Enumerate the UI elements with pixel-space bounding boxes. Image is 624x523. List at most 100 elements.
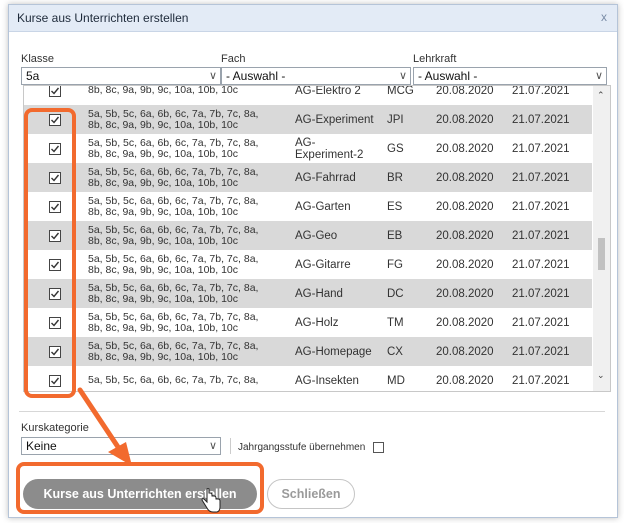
lehrkraft-select[interactable]: - Auswahl - ∨	[413, 67, 607, 85]
jahrgang-checkbox[interactable]	[373, 442, 384, 453]
row-checkbox[interactable]	[49, 86, 61, 97]
dialog-title: Kurse aus Unterrichten erstellen	[17, 11, 189, 25]
row-classes-line-2: 8b, 8c, 9a, 9b, 9c, 10a, 10b, 10c	[88, 321, 239, 334]
row-end-date: 21.07.2021	[512, 345, 570, 358]
row-start-date: 20.08.2020	[436, 229, 494, 242]
table-row[interactable]: 5a, 5b, 5c, 6a, 6b, 6c, 7a, 7b, 7c, 8a, 8…	[24, 337, 592, 366]
row-checkbox[interactable]	[49, 229, 61, 242]
row-classes-line-1: 5a, 5b, 5c, 6a, 6b, 6c, 7a, 7b, 7c, 8a,	[88, 194, 259, 207]
row-course: AG-Homepage	[295, 345, 372, 358]
checkmark-icon	[51, 174, 60, 182]
row-classes-text: 5a, 5b, 5c, 6a, 6b, 6c, 7a, 7b, 7c, 8a,	[88, 375, 258, 386]
separator	[230, 438, 231, 454]
lehrkraft-value: - Auswahl -	[418, 69, 478, 83]
table-row[interactable]: 5a, 5b, 5c, 6a, 6b, 6c, 7a, 7b, 7c, 8a, 8…	[24, 134, 592, 163]
row-checkbox[interactable]	[49, 287, 61, 300]
row-end-date: 21.07.2021	[512, 287, 570, 300]
row-classes: 5a, 5b, 5c, 6a, 6b, 6c, 7a, 7b, 7c, 8a, 8…	[88, 134, 288, 163]
row-start-date: 20.08.2020	[436, 142, 494, 155]
row-classes-text: 5a, 5b, 5c, 6a, 6b, 6c, 7a, 7b, 7c, 8a, 8…	[88, 281, 259, 305]
row-teacher: BR	[387, 171, 403, 184]
table-row[interactable]: 5a, 5b, 5c, 6a, 6b, 6c, 7a, 7b, 7c, 8a, A…	[24, 366, 592, 391]
row-checkbox[interactable]	[49, 374, 61, 387]
close-button[interactable]: Schließen	[267, 479, 355, 509]
lehrkraft-label: Lehrkraft	[413, 53, 457, 65]
row-course: AG-Hand	[295, 287, 343, 300]
table-row[interactable]: 5a, 5b, 5c, 6a, 6b, 6c, 7a, 7b, 7c, 8a, 8…	[24, 163, 592, 192]
table-row[interactable]: 5a, 5b, 5c, 6a, 6b, 6c, 7a, 7b, 7c, 8a, 8…	[24, 221, 592, 250]
row-classes-text: 5a, 5b, 5c, 6a, 6b, 6c, 7a, 7b, 7c, 8a, 8…	[88, 194, 259, 218]
row-classes: 5a, 5b, 5c, 6a, 6b, 6c, 7a, 7b, 7c, 8a, 8…	[88, 337, 288, 366]
row-checkbox[interactable]	[49, 142, 61, 155]
row-checkbox-cell	[38, 250, 72, 279]
table-row[interactable]: 5a, 5b, 5c, 6a, 6b, 6c, 7a, 7b, 7c, 8a, 8…	[24, 105, 592, 134]
row-start-date: 20.08.2020	[436, 200, 494, 213]
row-teacher: CX	[387, 345, 403, 358]
row-checkbox-cell	[38, 105, 72, 134]
row-classes-text: 5a, 5b, 5c, 6a, 6b, 6c, 7a, 7b, 7c, 8a, 8…	[88, 340, 258, 363]
chevron-down-icon: ∨	[594, 70, 603, 82]
row-checkbox[interactable]	[49, 113, 61, 126]
kurskategorie-label: Kurskategorie	[21, 422, 89, 434]
scroll-up-icon[interactable]: ⌃	[597, 90, 605, 101]
dialog-titlebar: Kurse aus Unterrichten erstellen x	[9, 5, 617, 32]
row-checkbox[interactable]	[49, 345, 61, 358]
row-start-date: 20.08.2020	[436, 258, 494, 271]
row-classes-text: 8b, 8c, 9a, 9b, 9c, 10a, 10b, 10c	[88, 86, 238, 96]
table-row[interactable]: 5a, 5b, 5c, 6a, 6b, 6c, 7a, 7b, 7c, 8a, 8…	[24, 250, 592, 279]
row-teacher: DC	[387, 287, 404, 300]
row-classes-text: 5a, 5b, 5c, 6a, 6b, 6c, 7a, 7b, 7c, 8a, 8…	[88, 252, 259, 276]
klasse-select[interactable]: 5a ∨	[21, 67, 221, 85]
row-teacher: ES	[387, 200, 403, 213]
checkmark-icon	[51, 232, 60, 240]
row-checkbox[interactable]	[49, 316, 61, 329]
chevron-down-icon: ∨	[398, 70, 407, 82]
row-start-date: 20.08.2020	[436, 316, 494, 329]
row-classes-text: 5a, 5b, 5c, 6a, 6b, 6c, 7a, 7b, 7c, 8a, 8…	[88, 310, 259, 334]
row-classes-line-1: 5a, 5b, 5c, 6a, 6b, 6c, 7a, 7b, 7c, 8a,	[88, 165, 259, 178]
row-classes-line-1: 5a, 5b, 5c, 6a, 6b, 6c, 7a, 7b, 7c, 8a,	[88, 310, 259, 323]
kurskategorie-select[interactable]: Keine ∨	[21, 437, 221, 455]
row-classes-line-2: 8b, 8c, 9a, 9b, 9c, 10a, 10b, 10c	[88, 118, 239, 131]
row-end-date: 21.07.2021	[512, 258, 570, 271]
close-icon[interactable]: x	[601, 10, 607, 24]
row-classes: 5a, 5b, 5c, 6a, 6b, 6c, 7a, 7b, 7c, 8a, 8…	[88, 105, 288, 134]
fach-value: - Auswahl -	[226, 69, 286, 83]
klasse-value: 5a	[26, 69, 40, 83]
row-checkbox-cell	[38, 163, 72, 192]
row-checkbox-cell	[38, 279, 72, 308]
row-classes-line-1: 5a, 5b, 5c, 6a, 6b, 6c, 7a, 7b, 7c, 8a,	[88, 136, 259, 149]
row-classes-line-1: 5a, 5b, 5c, 6a, 6b, 6c, 7a, 7b, 7c, 8a,	[88, 107, 259, 120]
row-end-date: 21.07.2021	[512, 85, 570, 97]
row-checkbox[interactable]	[49, 258, 61, 271]
row-classes-line-2: 8b, 8c, 9a, 9b, 9c, 10a, 10b, 10c	[88, 205, 239, 218]
row-checkbox-cell	[38, 86, 72, 105]
table-scrollbar[interactable]: ⌃ ⌄	[593, 86, 610, 391]
row-course: AG-Experiment	[295, 113, 374, 126]
row-start-date: 20.08.2020	[436, 287, 494, 300]
table-row[interactable]: 5a, 5b, 5c, 6a, 6b, 6c, 7a, 7b, 7c, 8a, 8…	[24, 279, 592, 308]
row-classes-line-1: 5a, 5b, 5c, 6a, 6b, 6c, 7a, 7b, 7c, 8a,	[88, 252, 259, 265]
row-course: AG-Gitarre	[295, 258, 351, 271]
row-classes-line-2: 8b, 8c, 9a, 9b, 9c, 10a, 10b, 10c	[88, 147, 239, 160]
row-classes-line-2: 8b, 8c, 9a, 9b, 9c, 10a, 10b, 10c	[88, 263, 239, 276]
fach-label: Fach	[221, 53, 246, 65]
row-start-date: 20.08.2020	[436, 171, 494, 184]
row-classes-line-2: 8b, 8c, 9a, 9b, 9c, 10a, 10b, 10c	[88, 292, 239, 305]
table-row[interactable]: 5a, 5b, 5c, 6a, 6b, 6c, 7a, 7b, 7c, 8a, 8…	[24, 192, 592, 221]
row-checkbox[interactable]	[49, 200, 61, 213]
row-checkbox-cell	[38, 134, 72, 163]
row-classes-line-1: 5a, 5b, 5c, 6a, 6b, 6c, 7a, 7b, 7c, 8a,	[88, 223, 259, 236]
row-checkbox-cell	[38, 221, 72, 250]
row-checkbox-cell	[38, 192, 72, 221]
row-classes-line-1: 5a, 5b, 5c, 6a, 6b, 6c, 7a, 7b, 7c, 8a,	[88, 281, 259, 294]
table-row[interactable]: 8b, 8c, 9a, 9b, 9c, 10a, 10b, 10c AG-Elek…	[24, 85, 592, 105]
fach-select[interactable]: - Auswahl - ∨	[221, 67, 411, 85]
row-checkbox-cell	[38, 337, 72, 366]
table-row[interactable]: 5a, 5b, 5c, 6a, 6b, 6c, 7a, 7b, 7c, 8a, 8…	[24, 308, 592, 337]
row-classes: 5a, 5b, 5c, 6a, 6b, 6c, 7a, 7b, 7c, 8a, 8…	[88, 308, 288, 337]
row-checkbox[interactable]	[49, 171, 61, 184]
row-teacher: FG	[387, 258, 403, 271]
scroll-down-icon[interactable]: ⌄	[597, 370, 605, 381]
scrollbar-thumb[interactable]	[598, 238, 605, 270]
